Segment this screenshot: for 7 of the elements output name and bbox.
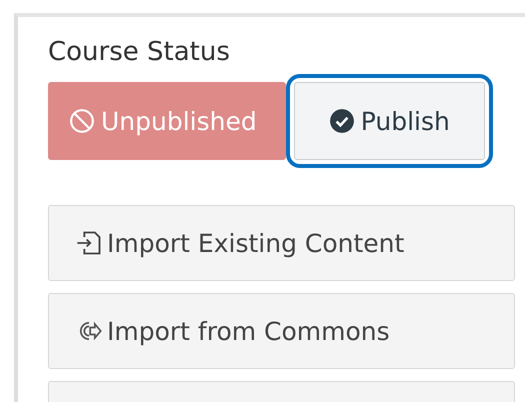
blocked-icon [69, 108, 95, 134]
action-button[interactable]: Import Existing Content [48, 205, 515, 281]
check-circle-icon [328, 108, 355, 134]
publish-button[interactable]: Publish [294, 82, 485, 160]
action-button[interactable]: Import from Commons [48, 293, 515, 369]
import-icon [75, 229, 103, 257]
section-title: Course Status [48, 37, 231, 69]
